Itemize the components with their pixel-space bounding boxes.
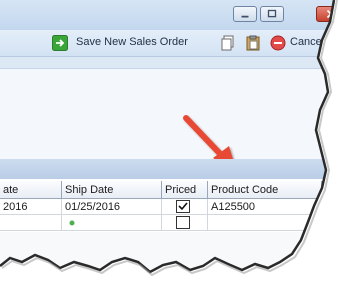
screenshot: Save New Sales Order Cancel ate Ship Dat… — [0, 0, 339, 282]
torn-edge-overlay — [0, 0, 339, 282]
torn-screenshot-clip: Save New Sales Order Cancel ate Ship Dat… — [0, 0, 339, 282]
